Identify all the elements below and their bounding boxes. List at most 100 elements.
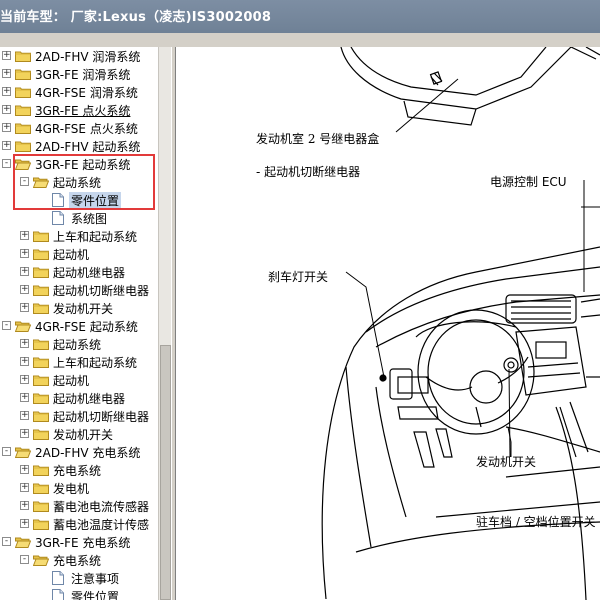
- tree-item-label: 3GR-FE 点火系统: [35, 104, 131, 118]
- title-bar: 当前车型： 厂家:Lexus（凌志)IS3002008: [0, 0, 600, 33]
- tree-item[interactable]: + 起动机切断继电器: [0, 407, 158, 425]
- tree-item[interactable]: - 充电系统: [0, 551, 158, 569]
- folder-icon: [33, 248, 49, 260]
- tree-item[interactable]: +2AD-FHV 起动系统: [0, 137, 158, 155]
- tree-item[interactable]: + 上车和起动系统: [0, 227, 158, 245]
- folder-icon: [15, 104, 31, 116]
- tree-item[interactable]: - 3GR-FE 充电系统: [0, 533, 158, 551]
- diagram-pane: 发动机室 2 号继电器盒 - 起动机切断继电器 电源控制 ECU 刹车灯开关 发…: [176, 47, 600, 600]
- tree-item-label: 4GR-FSE 润滑系统: [35, 86, 138, 100]
- tree-item[interactable]: 零件位置: [0, 587, 158, 600]
- tree-item[interactable]: - 3GR-FE 起动系统: [0, 155, 158, 173]
- window-title: 当前车型： 厂家:Lexus（凌志)IS3002008: [0, 10, 272, 25]
- tree-scrollbar[interactable]: [158, 47, 172, 600]
- folder-icon: [15, 140, 31, 152]
- tree-collapse-toggle[interactable]: -: [2, 537, 11, 546]
- tree-item-label: 4GR-FSE 点火系统: [35, 122, 138, 136]
- tree-expand-toggle[interactable]: +: [20, 429, 29, 438]
- tree-item[interactable]: + 起动机继电器: [0, 263, 158, 281]
- folder-icon: [33, 356, 49, 368]
- tree-item-label: 2AD-FHV 充电系统: [35, 446, 141, 460]
- tree-expand-toggle[interactable]: +: [20, 483, 29, 492]
- tree-expand-toggle[interactable]: +: [2, 105, 11, 114]
- tree-expand-toggle[interactable]: +: [20, 357, 29, 366]
- tree-item-label: 3GR-FE 润滑系统: [35, 68, 131, 82]
- folder-open-icon: [15, 320, 31, 332]
- tree-item[interactable]: +4GR-FSE 点火系统: [0, 119, 158, 137]
- tree-item[interactable]: + 起动机切断继电器: [0, 281, 158, 299]
- tree-expand-toggle[interactable]: +: [20, 465, 29, 474]
- scrollbar-thumb[interactable]: [160, 345, 171, 600]
- tree-item-label: 发动机开关: [53, 302, 114, 316]
- tree-item[interactable]: + 发电机: [0, 479, 158, 497]
- tree-expand-toggle[interactable]: +: [20, 411, 29, 420]
- tree-item-label: 3GR-FE 充电系统: [35, 536, 131, 550]
- folder-icon: [33, 518, 49, 530]
- tree-expand-toggle[interactable]: +: [2, 51, 11, 60]
- tree-item[interactable]: + 起动机继电器: [0, 389, 158, 407]
- folder-icon: [33, 230, 49, 242]
- tree-collapse-toggle[interactable]: -: [2, 159, 11, 168]
- tree-item-label: 注意事项: [71, 572, 120, 586]
- tree-expand-toggle[interactable]: +: [20, 393, 29, 402]
- tree-item-label: 蓄电池温度计传感: [53, 518, 150, 532]
- callout-park-neutral-switch: 驻车档 / 空档位置开关: [476, 515, 596, 529]
- tree-item[interactable]: + 发动机开关: [0, 299, 158, 317]
- tree-item[interactable]: +2AD-FHV 润滑系统: [0, 47, 158, 65]
- tree-item[interactable]: + 上车和起动系统: [0, 353, 158, 371]
- tree-expand-toggle[interactable]: +: [20, 339, 29, 348]
- tree-item[interactable]: +4GR-FSE 润滑系统: [0, 83, 158, 101]
- tree-expand-toggle[interactable]: +: [20, 303, 29, 312]
- tree-expand-toggle[interactable]: +: [20, 375, 29, 384]
- tree-item-label: 发动机开关: [53, 428, 114, 442]
- tree-expand-toggle[interactable]: +: [20, 285, 29, 294]
- tree-item[interactable]: - 起动系统: [0, 173, 158, 191]
- document-icon: [52, 193, 64, 207]
- tree-expand-toggle[interactable]: +: [2, 69, 11, 78]
- tree-expand-toggle[interactable]: +: [2, 123, 11, 132]
- tree-collapse-toggle[interactable]: -: [20, 555, 29, 564]
- navigation-tree: +2AD-FHV 润滑系统 +3GR-FE 润滑系统 +4GR-FSE 润滑系统 +3…: [0, 47, 158, 600]
- tree-item[interactable]: +3GR-FE 点火系统: [0, 101, 158, 119]
- tree-expand-toggle[interactable]: +: [20, 267, 29, 276]
- tree-item[interactable]: + 发动机开关: [0, 425, 158, 443]
- tree-expand-toggle[interactable]: +: [2, 141, 11, 150]
- tree-expand-toggle[interactable]: +: [20, 501, 29, 510]
- tree-collapse-toggle[interactable]: -: [20, 177, 29, 186]
- tree-expand-toggle[interactable]: +: [2, 87, 11, 96]
- tree-expand-toggle[interactable]: +: [20, 519, 29, 528]
- tree-collapse-toggle[interactable]: -: [2, 447, 11, 456]
- tree-item[interactable]: + 起动系统: [0, 335, 158, 353]
- tree-expand-toggle[interactable]: +: [20, 249, 29, 258]
- tree-item[interactable]: + 蓄电池电流传感器: [0, 497, 158, 515]
- document-icon: [52, 211, 64, 225]
- tree-item[interactable]: + 起动机: [0, 245, 158, 263]
- tree-item[interactable]: - 2AD-FHV 充电系统: [0, 443, 158, 461]
- tree-item-label: 3GR-FE 起动系统: [35, 158, 131, 172]
- folder-icon: [33, 374, 49, 386]
- tree-item[interactable]: - 4GR-FSE 起动系统: [0, 317, 158, 335]
- tree-item[interactable]: 注意事项: [0, 569, 158, 587]
- tree-collapse-toggle[interactable]: -: [2, 321, 11, 330]
- tree-item-label: 充电系统: [53, 554, 102, 568]
- tree-expand-toggle[interactable]: +: [20, 231, 29, 240]
- tree-item[interactable]: + 充电系统: [0, 461, 158, 479]
- folder-icon: [33, 464, 49, 476]
- tree-item[interactable]: 零件位置: [0, 191, 158, 209]
- folder-icon: [15, 86, 31, 98]
- folder-icon: [33, 284, 49, 296]
- tree-item[interactable]: +3GR-FE 润滑系统: [0, 65, 158, 83]
- tree-item-label: 4GR-FSE 起动系统: [35, 320, 138, 334]
- callout-cutoff-relay: - 起动机切断继电器: [256, 165, 361, 179]
- tree-item-label: 系统图: [71, 212, 108, 226]
- tree-item[interactable]: 系统图: [0, 209, 158, 227]
- callout-brake-switch: 刹车灯开关: [268, 270, 329, 284]
- tree-item-label: 零件位置: [69, 192, 122, 209]
- tree-item[interactable]: + 起动机: [0, 371, 158, 389]
- tree-item-label: 蓄电池电流传感器: [53, 500, 150, 514]
- folder-icon: [33, 482, 49, 494]
- folder-icon: [33, 266, 49, 278]
- tree-item[interactable]: + 蓄电池温度计传感: [0, 515, 158, 533]
- tree-item-label: 起动机继电器: [53, 266, 126, 280]
- tree-item-label: 2AD-FHV 润滑系统: [35, 50, 141, 64]
